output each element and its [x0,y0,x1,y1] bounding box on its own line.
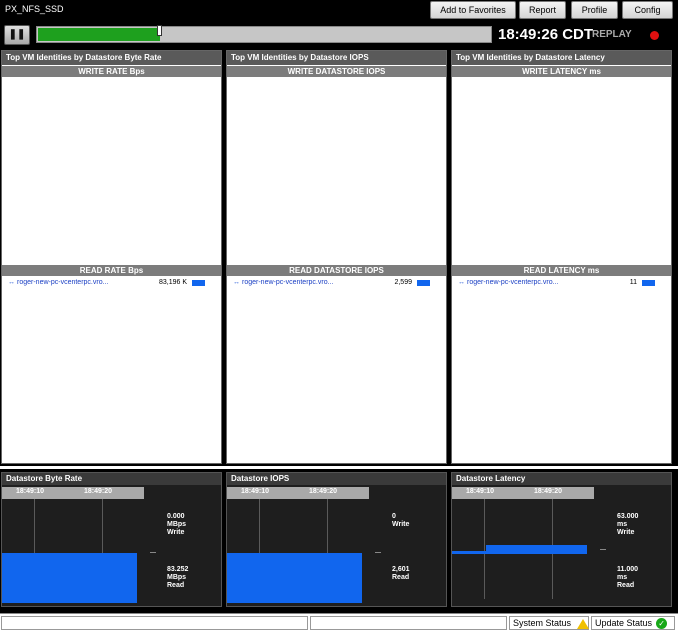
graph-iops: Datastore IOPS 18:49:10 18:49:20 0 Write … [226,472,447,607]
read-header: READ LATENCY ms [452,265,671,276]
panel-byte-rate: Top VM Identities by Datastore Byte Rate… [1,50,222,464]
write-area [452,551,486,554]
vm-value: 2,599 [394,279,412,286]
scale-tick [150,552,156,553]
update-status[interactable]: Update Status ✓ [591,616,675,630]
panel-title: Top VM Identities by Datastore IOPS [227,51,446,65]
clock-display: 18:49:26 CDT [498,26,594,43]
write-area [486,545,587,554]
link-arrows-icon: ↔ [458,279,465,286]
time-label: 18:49:10 [466,488,495,495]
time-axis: 18:49:10 18:49:20 [2,487,144,499]
read-header: READ RATE Bps [2,265,221,276]
read-area [2,553,137,603]
panel-title: Top VM Identities by Datastore Latency [452,51,671,65]
profile-button[interactable]: Profile [571,1,618,19]
link-arrows-icon: ↔ [233,279,240,286]
system-status-label: System Status [513,618,572,628]
record-icon[interactable] [650,31,659,40]
title-bar: PX_NFS_SSD Add to Favorites Report Profi… [0,0,678,22]
write-readout: 0 Write [392,513,410,528]
graph-title: Datastore IOPS [227,473,446,485]
write-readout: 63.000 ms Write [617,513,639,536]
time-label: 18:49:20 [309,488,338,495]
scale-tick [600,549,606,550]
timeline-progress [38,28,161,41]
update-status-label: Update Status [595,618,653,628]
time-axis: 18:49:10 18:49:20 [452,487,594,499]
value-bar [417,280,430,286]
read-readout: 2,601 Read [392,566,410,581]
report-button[interactable]: Report [519,1,566,19]
check-icon: ✓ [656,618,668,630]
vm-name-link[interactable]: roger-new-pc-vcenterpc.vro... [467,279,558,286]
write-readout: 0.000 MBps Write [167,513,187,536]
read-readout: 83.252 MBps Read [167,566,189,589]
write-header: WRITE RATE Bps [2,66,221,77]
graph-title: Datastore Latency [452,473,671,485]
app-title: PX_NFS_SSD [5,4,64,14]
system-status[interactable]: System Status [509,616,590,630]
link-arrows-icon: ↔ [8,279,15,286]
status-segment [310,616,507,630]
vm-name-link[interactable]: roger-new-pc-vcenterpc.vro... [17,279,108,286]
panel-title: Top VM Identities by Datastore Byte Rate [2,51,221,65]
vm-row[interactable]: ↔ roger-new-pc-vcenterpc.vro... [233,278,333,288]
replay-button[interactable]: REPLAY [592,29,632,40]
write-header: WRITE DATASTORE IOPS [227,66,446,77]
config-button[interactable]: Config [622,1,673,19]
add-to-favorites-button[interactable]: Add to Favorites [430,1,516,19]
grid-line [484,499,485,599]
vm-row[interactable]: ↔ roger-new-pc-vcenterpc.vro... [8,278,108,288]
section-divider [0,466,678,469]
vm-row[interactable]: ↔ roger-new-pc-vcenterpc.vro... [458,278,558,288]
pause-icon: ❚❚ [8,29,26,40]
vm-value: 83,196 K [158,279,187,286]
timeline-handle[interactable] [157,25,163,36]
vm-value: 11 [629,279,637,286]
warning-icon [577,618,590,629]
status-bar: System Status Update Status ✓ [0,613,678,632]
timeline-slider[interactable] [36,25,492,43]
time-label: 18:49:10 [16,488,45,495]
time-label: 18:49:20 [84,488,113,495]
read-readout: 11.000 ms Read [617,566,639,589]
vm-name-link[interactable]: roger-new-pc-vcenterpc.vro... [242,279,333,286]
panel-latency: Top VM Identities by Datastore Latency W… [451,50,672,464]
status-segment [1,616,308,630]
graph-latency: Datastore Latency 18:49:10 18:49:20 63.0… [451,472,672,607]
panel-iops: Top VM Identities by Datastore IOPS WRIT… [226,50,447,464]
value-bar [192,280,205,286]
playback-toolbar: ❚❚ 18:49:26 CDT REPLAY [0,22,678,47]
write-header: WRITE LATENCY ms [452,66,671,77]
time-label: 18:49:10 [241,488,270,495]
time-axis: 18:49:10 18:49:20 [227,487,369,499]
graph-byte-rate: Datastore Byte Rate 18:49:10 18:49:20 0.… [1,472,222,607]
scale-tick [375,552,381,553]
read-header: READ DATASTORE IOPS [227,265,446,276]
value-bar [642,280,655,286]
pause-button[interactable]: ❚❚ [4,25,30,45]
time-label: 18:49:20 [534,488,563,495]
read-area [227,553,362,603]
graph-title: Datastore Byte Rate [2,473,221,485]
